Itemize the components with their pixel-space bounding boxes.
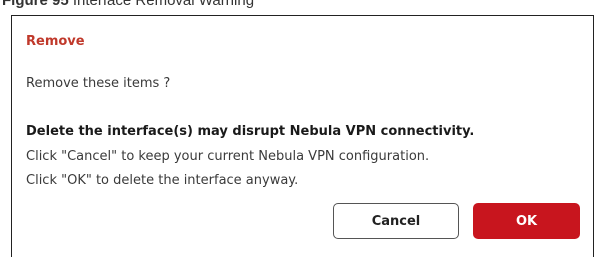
remove-dialog: Remove Remove these items ? Delete the i… bbox=[11, 15, 594, 257]
ok-button[interactable]: OK bbox=[473, 203, 580, 239]
cancel-instruction: Click "Cancel" to keep your current Nebu… bbox=[26, 149, 430, 164]
dialog-prompt: Remove these items ? bbox=[26, 76, 171, 91]
figure-caption: Figure 95 Interface Removal Warning bbox=[2, 0, 254, 9]
figure-title: Interface Removal Warning bbox=[72, 0, 255, 9]
ok-instruction: Click "OK" to delete the interface anywa… bbox=[26, 173, 299, 188]
figure-label: Figure 95 bbox=[2, 0, 69, 9]
warning-message: Delete the interface(s) may disrupt Nebu… bbox=[26, 124, 475, 139]
cancel-button[interactable]: Cancel bbox=[333, 203, 459, 239]
dialog-title: Remove bbox=[26, 34, 85, 49]
